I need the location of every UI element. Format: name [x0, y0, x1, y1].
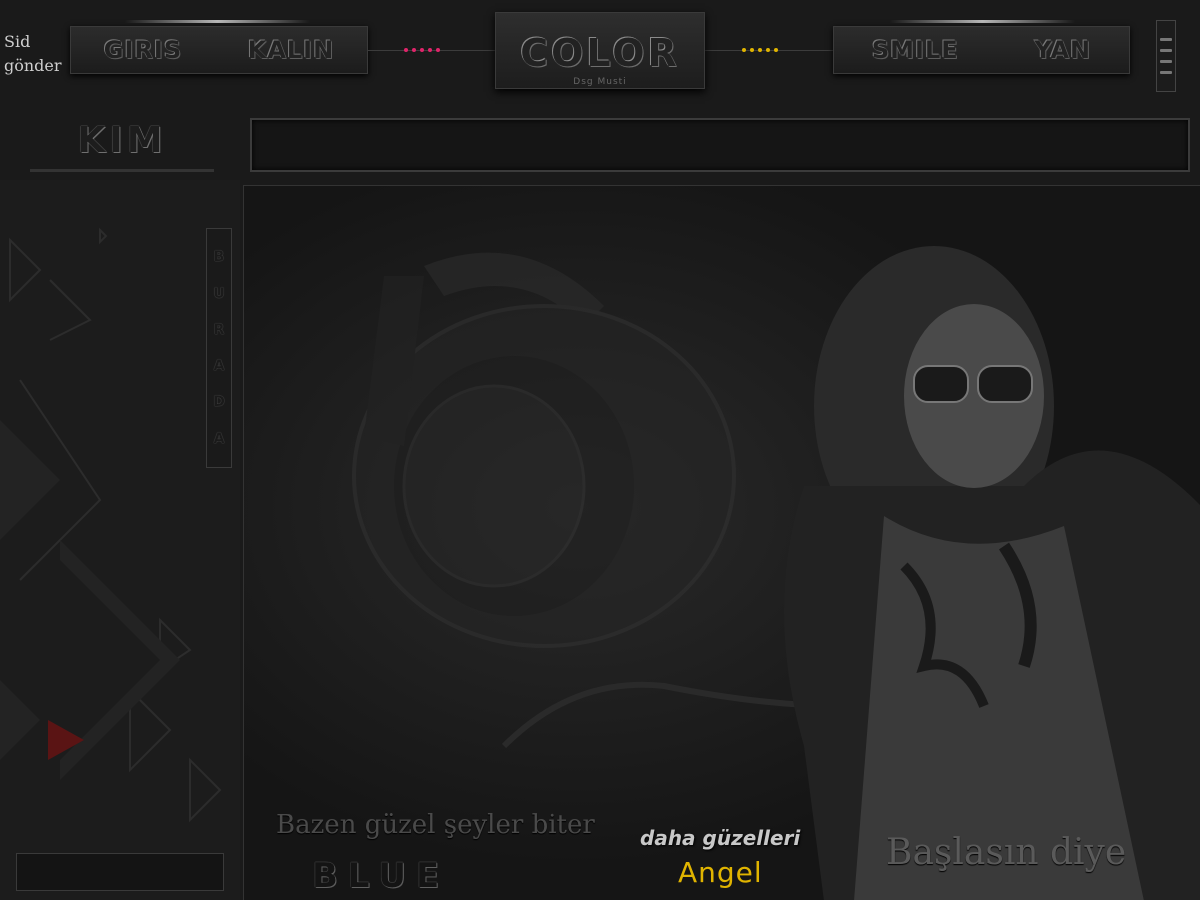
right-nav-panel: SMILE YAN: [833, 26, 1130, 74]
burada-letter: R: [213, 321, 225, 338]
burada-letter: A: [213, 430, 225, 447]
caption-line2: daha güzelleri: [640, 826, 801, 850]
left-nav-panel: GIRIS KALIN: [70, 26, 368, 74]
menu-icon[interactable]: [1156, 20, 1176, 92]
nav-giris-button[interactable]: GIRIS: [104, 36, 182, 64]
logo-title: COLOR: [520, 31, 680, 75]
nav-yan-button[interactable]: YAN: [1034, 36, 1091, 64]
left-decor-column: [0, 180, 240, 900]
sid-send-link[interactable]: Sid gönder: [4, 30, 66, 78]
right-panel-highlight: [890, 20, 1075, 23]
caption-line1: Bazen güzel şeyler biter: [276, 810, 595, 840]
top-message-input[interactable]: [250, 118, 1190, 172]
left-panel-highlight: [125, 20, 310, 23]
yellow-dots: [742, 48, 778, 52]
nav-smile-button[interactable]: SMILE: [872, 36, 959, 64]
caption-angel: Angel: [678, 856, 763, 889]
logo-subtitle: Dsg Musti: [573, 77, 627, 87]
sid-label-line1: Sid: [4, 32, 31, 51]
artwork-illustration: [244, 186, 1200, 900]
burada-vertical-label: B U R A D A: [206, 228, 232, 468]
burada-letter: D: [213, 394, 225, 411]
caption-baslasin: Başlasın diye: [886, 832, 1127, 873]
pink-dots: [404, 48, 440, 52]
burada-letter: U: [213, 285, 225, 302]
nav-kalin-button[interactable]: KALIN: [248, 36, 334, 64]
caption-blue: BLUE: [312, 856, 450, 896]
logo[interactable]: COLOR Dsg Musti: [495, 12, 705, 89]
sid-label-line2: gönder: [4, 56, 62, 75]
triangle-pattern-icon: [0, 227, 222, 823]
main-artwork-area: [243, 185, 1200, 900]
burada-letter: A: [213, 358, 225, 375]
burada-letter: B: [213, 249, 225, 266]
kim-title: KIM: [30, 120, 214, 172]
bottom-left-input[interactable]: [16, 853, 224, 891]
